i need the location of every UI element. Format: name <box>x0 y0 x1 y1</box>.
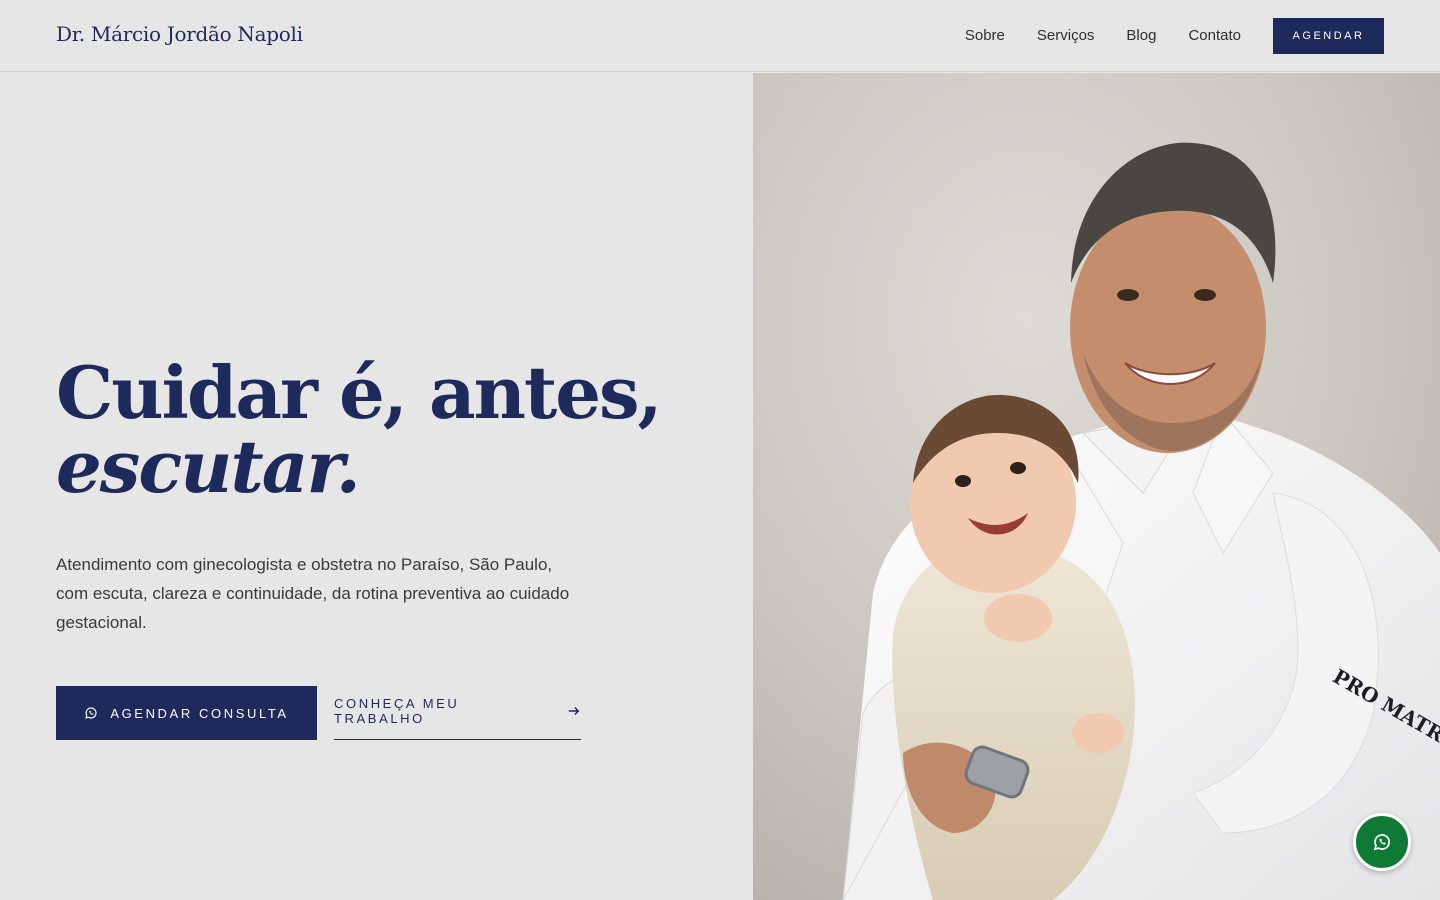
agendar-consulta-label: AGENDAR CONSULTA <box>110 705 289 721</box>
nav-item-sobre[interactable]: Sobre <box>965 18 1005 54</box>
hero-title: Cuidar é, antes, escutar. <box>56 350 663 509</box>
hero-title-line2: escutar. <box>56 424 361 509</box>
conheca-trabalho-link[interactable]: CONHEÇA MEU TRABALHO <box>334 686 581 740</box>
conheca-trabalho-label: CONHEÇA MEU TRABALHO <box>334 695 460 726</box>
hero-title-line1: Cuidar é, antes, <box>56 350 663 435</box>
doctor-with-baby-photo: PRO MATRE PAULISTA <box>753 73 1440 900</box>
whatsapp-icon <box>1373 834 1390 851</box>
site-header: Dr. Márcio Jordão Napoli Sobre Serviços … <box>0 0 1440 72</box>
arrow-right-icon <box>568 706 580 715</box>
nav-item-blog[interactable]: Blog <box>1126 18 1156 54</box>
whatsapp-float-button[interactable] <box>1353 813 1411 871</box>
hero-subtitle: Atendimento com ginecologista e obstetra… <box>56 555 570 632</box>
main-nav: Sobre Serviços Blog Contato AGENDAR <box>965 18 1384 54</box>
whatsapp-icon <box>85 707 97 719</box>
brand-logo[interactable]: Dr. Márcio Jordão Napoli <box>56 22 303 46</box>
nav-item-servicos[interactable]: Serviços <box>1037 18 1095 54</box>
nav-item-contato[interactable]: Contato <box>1188 18 1241 54</box>
agendar-consulta-button[interactable]: AGENDAR CONSULTA <box>56 686 317 740</box>
agendar-button[interactable]: AGENDAR <box>1273 18 1384 54</box>
